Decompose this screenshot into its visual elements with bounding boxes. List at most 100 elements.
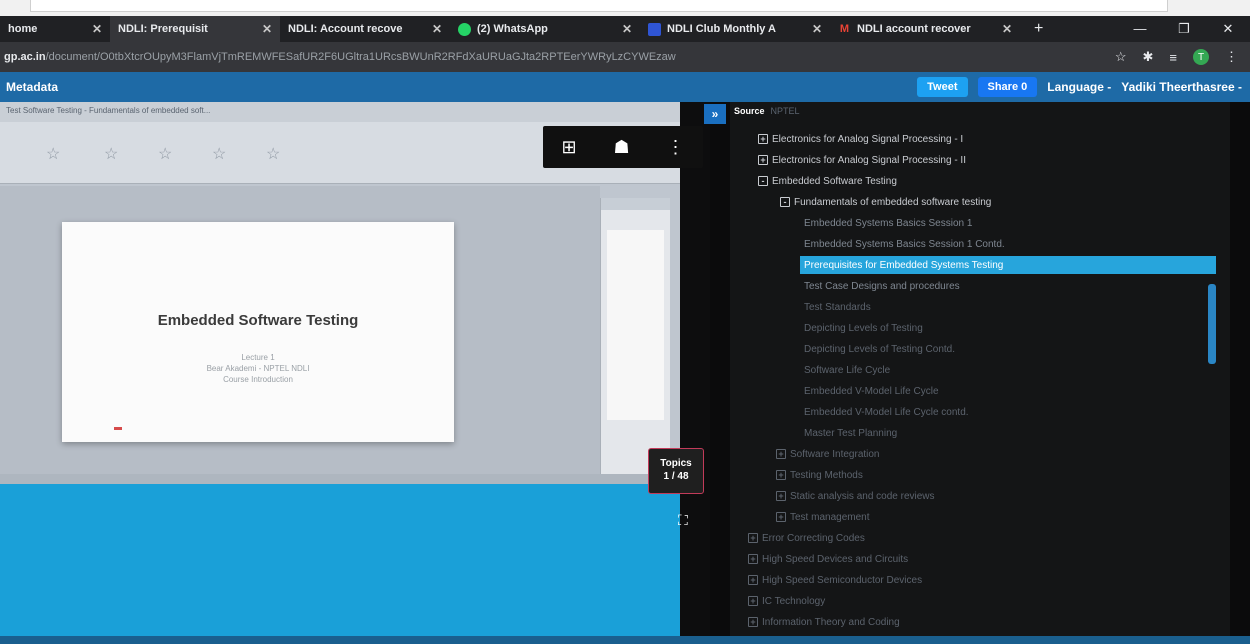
close-icon[interactable]: ✕	[252, 22, 272, 36]
tree-item-label: Embedded Systems Basics Session 1 Contd.	[804, 238, 1005, 250]
tree-item-label: Master Test Planning	[804, 427, 898, 439]
star-icon: ☆	[46, 146, 61, 163]
pane-card	[607, 230, 664, 420]
tree-item-label: Fundamentals of embedded software testin…	[794, 196, 992, 208]
url-host: gp.ac.in	[4, 51, 46, 63]
tree-item[interactable]: + High Speed Semiconductor Devices	[748, 571, 922, 589]
expand-icon[interactable]: +	[748, 575, 758, 585]
tree-item[interactable]: + Test management	[776, 508, 870, 526]
expand-icon[interactable]: +	[776, 470, 786, 480]
viewer-background	[0, 484, 680, 636]
viewer-toolbar: ⊞ ☗ ⋮	[543, 126, 703, 168]
close-window-icon[interactable]: ✕	[1206, 21, 1250, 37]
tab-label: NDLI: Account recove	[288, 23, 403, 35]
tree-item[interactable]: + IC Technology	[748, 592, 825, 610]
collapse-panel-button[interactable]: »	[704, 104, 726, 124]
more-menu-icon[interactable]: ⋮	[1225, 49, 1238, 65]
tree-item-label: Electronics for Analog Signal Processing…	[772, 154, 966, 166]
tree-item[interactable]: Test Case Designs and procedures	[804, 277, 960, 295]
share-button[interactable]: Share 0	[977, 77, 1038, 97]
expand-icon[interactable]: +	[776, 449, 786, 459]
tree-item[interactable]: + Electronics for Analog Signal Processin…	[758, 130, 963, 148]
tree-item[interactable]: Depicting Levels of Testing Contd.	[804, 340, 955, 358]
tree-item-label: IC Technology	[762, 595, 826, 607]
tweet-button[interactable]: Tweet	[917, 77, 968, 97]
source-line: Source NPTEL	[734, 106, 800, 116]
profile-avatar-icon[interactable]: T	[1193, 49, 1209, 65]
tree-item[interactable]: Master Test Planning	[804, 424, 897, 442]
address-bar[interactable]: gp.ac.in/document/O0tbXtcrOUpyM3FlamVjTm…	[0, 42, 1250, 72]
tree-item-label: Test Standards	[804, 301, 871, 313]
url-text[interactable]: gp.ac.in/document/O0tbXtcrOUpyM3FlamVjTm…	[0, 51, 1040, 63]
close-icon[interactable]: ✕	[802, 22, 822, 36]
tab-home[interactable]: home ✕	[0, 16, 110, 42]
tree-item[interactable]: + Static analysis and code reviews	[776, 487, 935, 505]
tree-item-label: Test management	[790, 511, 870, 523]
tab-whatsapp[interactable]: (2) WhatsApp ✕	[450, 16, 640, 42]
expand-icon[interactable]: +	[776, 512, 786, 522]
star-icon: ☆	[212, 146, 227, 163]
grid-view-icon[interactable]: ⊞	[561, 137, 576, 158]
expand-icon[interactable]: +	[758, 155, 768, 165]
tree-item[interactable]: Embedded V-Model Life Cycle	[804, 382, 939, 400]
tree-item[interactable]: + Testing Methods	[776, 466, 863, 484]
tree-item[interactable]: + Software Integration	[776, 445, 880, 463]
extensions-icon[interactable]: ✱	[1143, 49, 1154, 65]
close-icon[interactable]: ✕	[992, 22, 1012, 36]
tree-item[interactable]: + Error Correcting Codes	[748, 529, 865, 547]
expand-icon[interactable]: +	[748, 617, 758, 627]
tree-item[interactable]: Depicting Levels of Testing	[804, 319, 923, 337]
tree-item[interactable]: + Electronics for Analog Signal Processin…	[758, 151, 966, 169]
tree-item[interactable]: Prerequisites for Embedded Systems Testi…	[800, 256, 1216, 274]
tree-item[interactable]: - Embedded Software Testing	[758, 172, 897, 190]
app-header: Metadata Tweet Share 0 Language - Yadiki…	[0, 72, 1250, 102]
tab-ndli-account-mail[interactable]: M NDLI account recover ✕	[830, 16, 1020, 42]
more-options-icon[interactable]: ⋮	[667, 137, 685, 158]
tab-ndli-account-recovery[interactable]: NDLI: Account recove ✕	[280, 16, 450, 42]
tree-item[interactable]: - Fundamentals of embedded software testi…	[780, 193, 991, 211]
url-path: /document/O0tbXtcrOUpyM3FlamVjTmREMWFESa…	[45, 51, 676, 63]
minimize-icon[interactable]: —	[1118, 21, 1162, 37]
expand-icon[interactable]: +	[758, 134, 768, 144]
tree-item[interactable]: Embedded Systems Basics Session 1	[804, 214, 972, 232]
close-icon[interactable]: ✕	[82, 22, 102, 36]
tab-label: NDLI account recover	[857, 23, 971, 35]
expand-icon[interactable]: +	[748, 533, 758, 543]
tree-item-label: Prerequisites for Embedded Systems Testi…	[804, 259, 1004, 271]
slide-subtitle: Lecture 1 Bear Akademi - NPTEL NDLI Cour…	[62, 352, 454, 385]
user-menu[interactable]: Yadiki Theerthasree -	[1121, 80, 1242, 94]
close-icon[interactable]: ✕	[422, 22, 442, 36]
tree-scrollbar[interactable]	[1208, 284, 1216, 364]
maximize-icon[interactable]: ❐	[1162, 21, 1206, 37]
reading-list-icon[interactable]: ≡	[1169, 50, 1177, 65]
ppt-caption: Test Software Testing - Fundamentals of …	[0, 102, 680, 122]
tree-item[interactable]: Embedded V-Model Life Cycle contd.	[804, 403, 969, 421]
bottom-bar	[0, 636, 1250, 644]
expand-icon[interactable]: +	[748, 596, 758, 606]
expand-icon[interactable]: +	[776, 491, 786, 501]
collapse-icon[interactable]: -	[780, 197, 790, 207]
new-tab-icon[interactable]: +	[1020, 20, 1057, 38]
close-icon[interactable]: ✕	[612, 22, 632, 36]
slide-line: Bear Akademi - NPTEL NDLI	[206, 364, 310, 373]
tree-item[interactable]: + Information Theory and Coding	[748, 613, 900, 631]
tab-ndli-club[interactable]: NDLI Club Monthly A ✕	[640, 16, 830, 42]
tree-item-label: High Speed Semiconductor Devices	[762, 574, 923, 586]
expand-icon[interactable]: +	[748, 554, 758, 564]
tree-item[interactable]: + High Speed Devices and Circuits	[748, 550, 908, 568]
tab-ndli-prerequisite[interactable]: NDLI: Prerequisit ✕	[110, 16, 280, 42]
cap-icon[interactable]: ☗	[613, 137, 629, 158]
bookmark-star-icon[interactable]: ☆	[1115, 49, 1127, 65]
tree-item-label: Embedded V-Model Life Cycle contd.	[804, 406, 969, 418]
star-icon: ☆	[104, 146, 119, 163]
fullscreen-icon[interactable]: ⛶	[678, 512, 688, 529]
collapse-icon[interactable]: -	[758, 176, 768, 186]
tree-item[interactable]: Embedded Systems Basics Session 1 Contd.	[804, 235, 1005, 253]
tree-item[interactable]: Test Standards	[804, 298, 871, 316]
metadata-tab[interactable]: Metadata	[0, 80, 58, 94]
tree-item[interactable]: Software Life Cycle	[804, 361, 890, 379]
top-strip	[0, 0, 1250, 16]
topics-counter[interactable]: Topics 1 / 48	[648, 448, 704, 494]
window-controls: — ❐ ✕	[1118, 21, 1250, 37]
language-dropdown[interactable]: Language -	[1047, 80, 1111, 94]
